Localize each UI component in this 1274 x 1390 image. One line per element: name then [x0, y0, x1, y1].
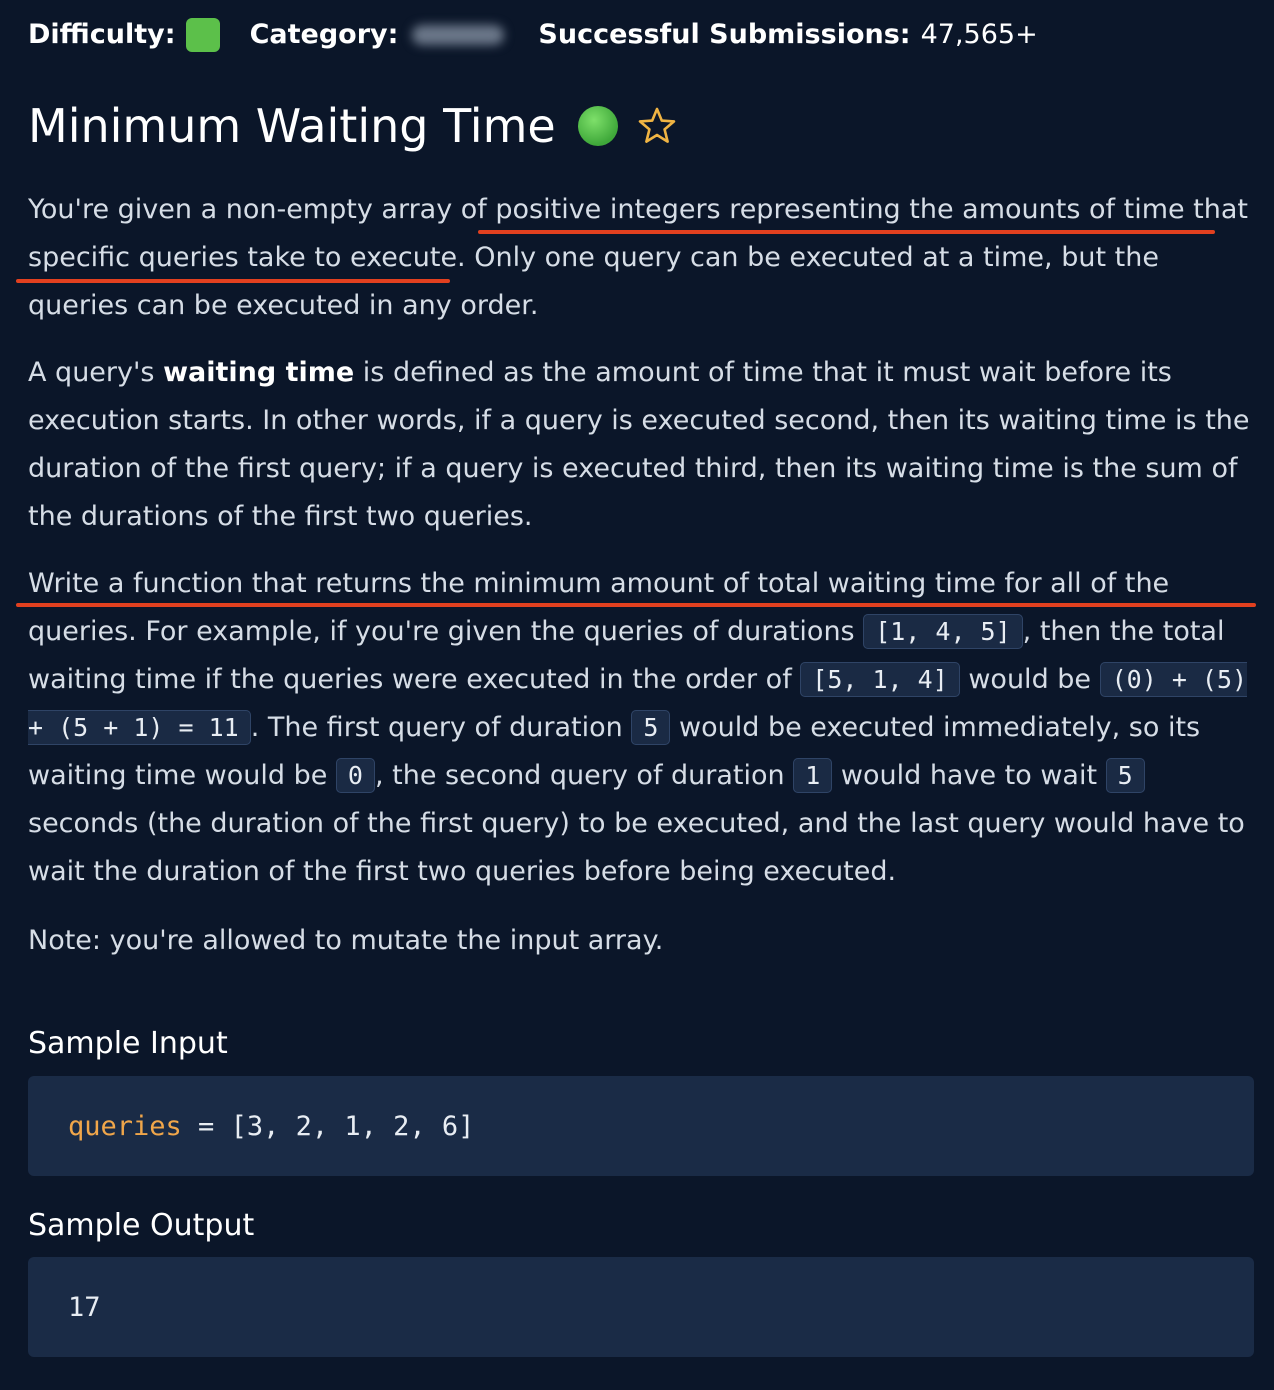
annotation-underline: [16, 279, 450, 283]
title-row: Minimum Waiting Time: [28, 96, 678, 156]
inline-code: [1, 4, 5]: [863, 614, 1023, 649]
inline-code: 5: [1105, 758, 1145, 793]
variable-value: = [3, 2, 1, 2, 6]: [181, 1110, 475, 1142]
variable-name: queries: [68, 1110, 182, 1142]
sample-input-heading: Sample Input: [28, 1026, 228, 1061]
submissions-label: Successful Submissions:: [538, 19, 911, 50]
category-value-blurred: [412, 25, 505, 45]
text: seconds (the duration of the first query…: [28, 808, 1245, 887]
category-label: Category:: [249, 19, 399, 50]
description-paragraph-2: A query's waiting time is defined as the…: [28, 349, 1253, 541]
problem-meta: Difficulty: Category: Successful Submiss…: [28, 14, 1038, 56]
note-text: Note: you're allowed to mutate the input…: [28, 925, 664, 956]
bold-term: waiting time: [163, 357, 355, 388]
submissions-count: 47,565+: [920, 19, 1038, 50]
text: , the second query of duration: [374, 760, 794, 791]
page-title: Minimum Waiting Time: [28, 99, 556, 153]
difficulty-label: Difficulty:: [28, 19, 176, 50]
inline-code: 5: [631, 710, 671, 745]
text: A query's: [28, 357, 164, 388]
annotation-underline: [16, 603, 1256, 607]
text: . The first query of duration: [250, 712, 632, 743]
inline-code: 0: [335, 758, 375, 793]
inline-code: 1: [793, 758, 833, 793]
sample-input-box: queries = [3, 2, 1, 2, 6]: [28, 1076, 1254, 1176]
difficulty-badge: [185, 18, 220, 52]
description-paragraph-1: You're given a non-empty array of positi…: [28, 186, 1253, 330]
sample-output-box: 17: [28, 1257, 1254, 1357]
text: You're given a non-empty array of: [28, 194, 496, 225]
green-dot-icon: [577, 106, 618, 146]
text: would be: [959, 664, 1100, 695]
description-paragraph-3: Write a function that returns the minimu…: [28, 560, 1253, 896]
inline-code: [5, 1, 4]: [800, 662, 960, 697]
annotation-underline: [478, 230, 1215, 234]
star-icon[interactable]: [636, 105, 678, 147]
sample-output-heading: Sample Output: [28, 1208, 255, 1243]
text: would have to wait: [832, 760, 1106, 791]
output-value: 17: [68, 1291, 101, 1323]
text: For example, if you're given the queries…: [136, 616, 864, 647]
